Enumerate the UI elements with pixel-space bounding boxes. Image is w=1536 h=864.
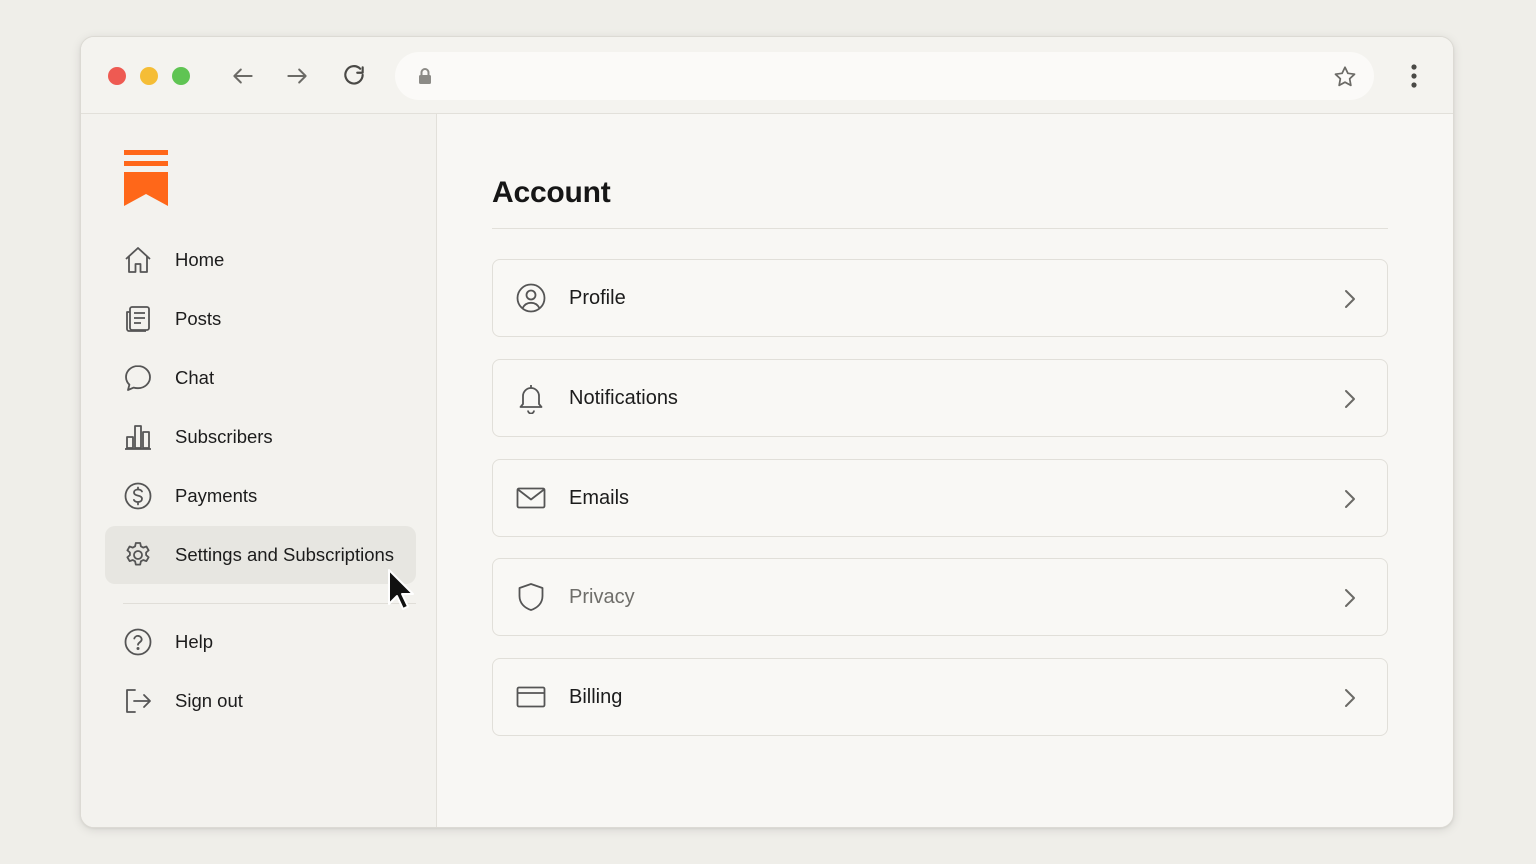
user-circle-icon	[515, 282, 547, 314]
row-label: Emails	[569, 486, 630, 509]
posts-icon	[123, 304, 153, 334]
sidebar-item-label: Chat	[175, 367, 215, 388]
close-window-button[interactable]	[108, 67, 126, 85]
row-label: Privacy	[569, 585, 635, 608]
sidebar-item-chat[interactable]: Chat	[105, 349, 416, 407]
address-bar[interactable]	[395, 52, 1374, 100]
credit-card-icon	[515, 681, 547, 713]
back-button[interactable]	[228, 61, 258, 91]
maximize-window-button[interactable]	[172, 67, 190, 85]
billing-row[interactable]: Billing	[492, 658, 1388, 736]
minimize-window-button[interactable]	[140, 67, 158, 85]
main-content: Account Profile Notifications Emails Pri…	[438, 114, 1453, 827]
page-title: Account	[492, 176, 611, 209]
sidebar-item-label: Subscribers	[175, 426, 273, 447]
chevron-right-icon	[1345, 490, 1355, 508]
sidebar-item-label: Help	[175, 631, 214, 652]
sidebar-item-settings-and-subscriptions[interactable]: Settings and Subscriptions	[105, 526, 416, 584]
sidebar-item-payments[interactable]: Payments	[105, 467, 416, 525]
lock-icon	[419, 68, 431, 84]
sidebar-divider	[123, 603, 416, 604]
dollar-icon	[123, 481, 153, 511]
brand-logo[interactable]	[123, 150, 169, 208]
browser-toolbar	[81, 37, 1453, 114]
emails-row[interactable]: Emails	[492, 459, 1388, 537]
browser-menu-button[interactable]	[1399, 61, 1429, 91]
bookmark-star-icon[interactable]	[1332, 64, 1358, 90]
sidebar-item-subscribers[interactable]: Subscribers	[105, 408, 416, 466]
reload-button[interactable]	[339, 61, 369, 91]
forward-arrow-icon	[287, 68, 307, 84]
chevron-right-icon	[1345, 689, 1355, 707]
sidebar-item-posts[interactable]: Posts	[105, 290, 416, 348]
forward-button[interactable]	[282, 61, 312, 91]
notifications-row[interactable]: Notifications	[492, 359, 1388, 437]
help-icon	[123, 627, 153, 657]
home-icon	[123, 245, 153, 275]
sidebar-item-home[interactable]: Home	[105, 231, 416, 289]
sidebar-item-label: Home	[175, 249, 225, 270]
reload-icon	[344, 65, 364, 85]
chevron-right-icon	[1345, 589, 1355, 607]
sidebar: Home Posts Chat Subscribers Payments Set…	[81, 114, 437, 827]
shield-icon	[515, 581, 547, 613]
back-arrow-icon	[233, 68, 253, 84]
sidebar-item-label: Settings and Subscriptions	[175, 544, 395, 565]
sidebar-item-label: Posts	[175, 308, 222, 329]
mail-icon	[515, 482, 547, 514]
chevron-right-icon	[1345, 290, 1355, 308]
chat-icon	[123, 363, 153, 393]
profile-row[interactable]: Profile	[492, 259, 1388, 337]
bell-icon	[515, 382, 547, 414]
mouse-cursor-icon	[388, 569, 414, 610]
chevron-right-icon	[1345, 390, 1355, 408]
title-divider	[492, 228, 1388, 229]
gear-icon	[123, 540, 153, 570]
sidebar-item-sign-out[interactable]: Sign out	[105, 672, 416, 730]
privacy-row[interactable]: Privacy	[492, 558, 1388, 636]
sidebar-item-label: Sign out	[175, 690, 243, 711]
sign-out-icon	[123, 686, 153, 716]
sidebar-item-label: Payments	[175, 485, 258, 506]
browser-window: Home Posts Chat Subscribers Payments Set…	[80, 36, 1454, 828]
bar-chart-icon	[123, 422, 153, 452]
row-label: Billing	[569, 685, 623, 708]
row-label: Notifications	[569, 386, 678, 409]
row-label: Profile	[569, 286, 626, 309]
sidebar-item-help[interactable]: Help	[105, 613, 416, 671]
more-vertical-icon	[1411, 64, 1417, 88]
